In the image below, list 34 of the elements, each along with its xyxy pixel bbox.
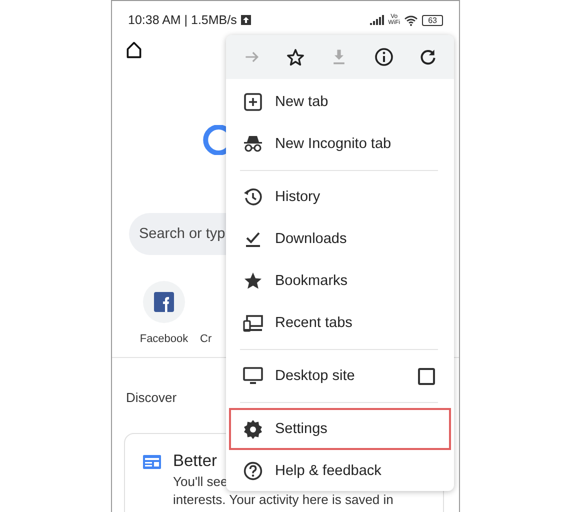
- info-icon[interactable]: [374, 47, 394, 67]
- menu-item[interactable]: Bookmarks: [229, 260, 451, 302]
- discover-heading: Discover: [126, 390, 177, 405]
- newtab-icon: [243, 92, 263, 112]
- help-icon: [243, 461, 263, 481]
- menu-item[interactable]: Settings: [229, 408, 451, 450]
- status-time: 10:38 AM | 1.5MB/s: [128, 13, 237, 27]
- menu-item[interactable]: New Incognito tab: [229, 123, 451, 165]
- history-icon: [243, 187, 263, 207]
- settings-icon: [243, 419, 263, 439]
- news-icon: [143, 454, 161, 468]
- recent-icon: [243, 313, 263, 333]
- menu-item[interactable]: Help & feedback: [229, 450, 451, 491]
- shortcut-label[interactable]: Cr: [200, 333, 212, 345]
- shortcut-label[interactable]: Facebook: [140, 333, 188, 345]
- incognito-icon: [243, 134, 263, 154]
- star-icon[interactable]: [286, 48, 306, 66]
- wifi-icon: [404, 14, 418, 26]
- menu-item[interactable]: History: [229, 176, 451, 218]
- desktop-icon: [243, 366, 263, 386]
- menu-item[interactable]: New tab: [229, 81, 451, 123]
- facebook-shortcut-icon[interactable]: [143, 281, 185, 323]
- menu-item[interactable]: Downloads: [229, 218, 451, 260]
- card-title: Better: [173, 452, 218, 471]
- battery-indicator: 63: [422, 14, 443, 26]
- card-text: interests. Your activity here is saved in: [173, 492, 394, 507]
- upload-icon: [240, 15, 251, 25]
- menu-item[interactable]: Desktop site: [229, 355, 451, 397]
- reload-icon[interactable]: [419, 48, 438, 66]
- bookmarks-icon: [243, 271, 263, 291]
- menu-item[interactable]: Recent tabs: [229, 302, 451, 344]
- signal-icon: [370, 15, 384, 25]
- home-icon[interactable]: [125, 41, 143, 59]
- checkbox[interactable]: [418, 368, 435, 384]
